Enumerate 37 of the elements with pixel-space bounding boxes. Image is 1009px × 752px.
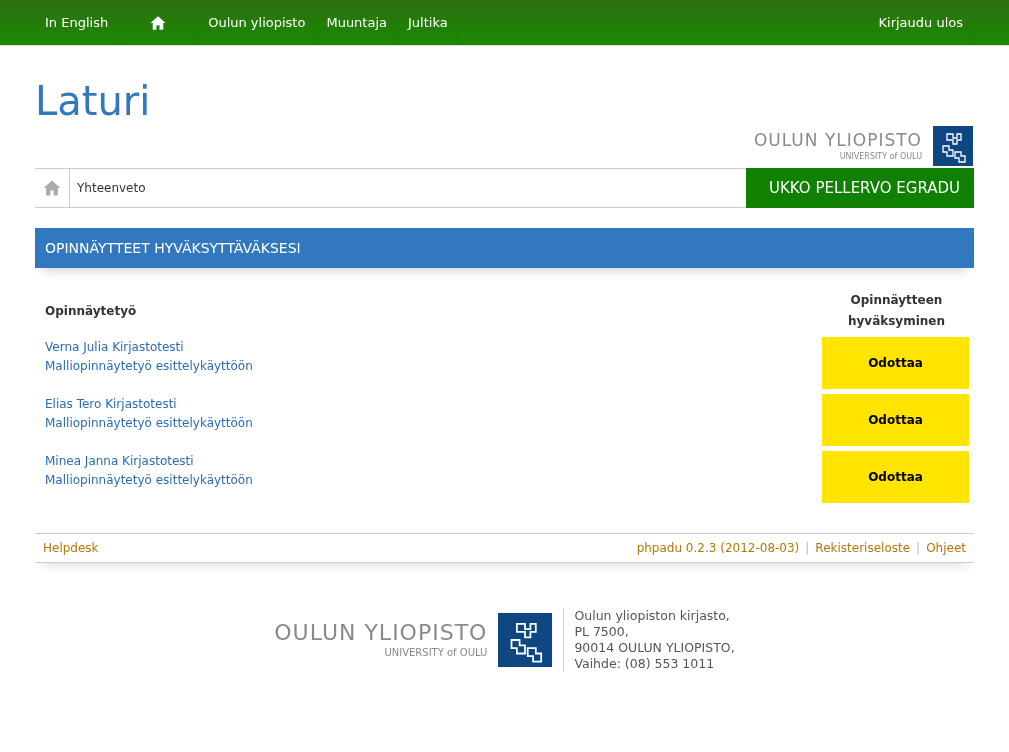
panel-title: OPINNÄYTTEET HYVÄKSYTTÄVÄKSESI xyxy=(35,228,974,268)
address-line: Vaihde: (08) 553 1011 xyxy=(574,656,716,672)
separator: | xyxy=(916,541,921,555)
nav-link[interactable]: Muuntaja xyxy=(316,0,398,45)
author-link[interactable]: Verna Julia Kirjastotesti xyxy=(45,340,804,354)
status-button[interactable]: Odottaa xyxy=(822,451,969,503)
footer-link[interactable]: Rekisteriseloste xyxy=(815,541,911,555)
author-link[interactable]: Minea Janna Kirjastotesti xyxy=(45,454,804,468)
logo-subtitle: UNIVERSITY of OULU xyxy=(384,647,488,658)
footer-link[interactable]: Ohjeet xyxy=(926,541,966,555)
breadcrumb-current: Yhteenveto xyxy=(76,180,147,197)
nav-link[interactable]: Kirjaudu ulos xyxy=(868,0,974,45)
address-line: PL 7500, xyxy=(574,624,630,640)
thesis-link[interactable]: Malliopinnäytetyö esittelykäyttöön xyxy=(45,416,804,430)
address-line: Oulun yliopiston kirjasto, xyxy=(574,608,731,624)
university-logo-icon xyxy=(932,126,974,166)
nav-link[interactable]: Oulun yliopisto xyxy=(198,0,317,45)
address-line: 90014 OULUN YLIOPISTO, xyxy=(574,640,735,656)
status-button[interactable]: Odottaa xyxy=(822,394,969,446)
column-header: Opinnäytteen hyväksyminen xyxy=(846,292,947,330)
user-name-banner: UKKO PELLERVO EGRADU xyxy=(746,168,974,208)
footer-link[interactable]: Helpdesk xyxy=(43,541,99,555)
nav-link[interactable]: In English xyxy=(35,0,120,45)
logo-subtitle: UNIVERSITY of OULU xyxy=(839,151,922,161)
thesis-link[interactable]: Malliopinnäytetyö esittelykäyttöön xyxy=(45,359,804,373)
nav-link[interactable]: Jultika xyxy=(398,0,459,45)
column-header: Opinnäytetyö xyxy=(44,302,138,320)
logo-wordmark: OULUN YLIOPISTO xyxy=(274,622,488,644)
university-logo-icon xyxy=(497,613,554,667)
status-button[interactable]: Odottaa xyxy=(822,337,969,389)
thesis-link[interactable]: Malliopinnäytetyö esittelykäyttöön xyxy=(45,473,804,487)
separator: | xyxy=(805,541,810,555)
author-link[interactable]: Elias Tero Kirjastotesti xyxy=(45,397,804,411)
logo-wordmark: OULUN YLIOPISTO xyxy=(753,131,922,149)
app-title: Laturi xyxy=(35,78,151,124)
home-icon xyxy=(42,178,62,198)
footer-link[interactable]: phpadu 0.2.3 (2012-08-03) xyxy=(636,541,800,555)
